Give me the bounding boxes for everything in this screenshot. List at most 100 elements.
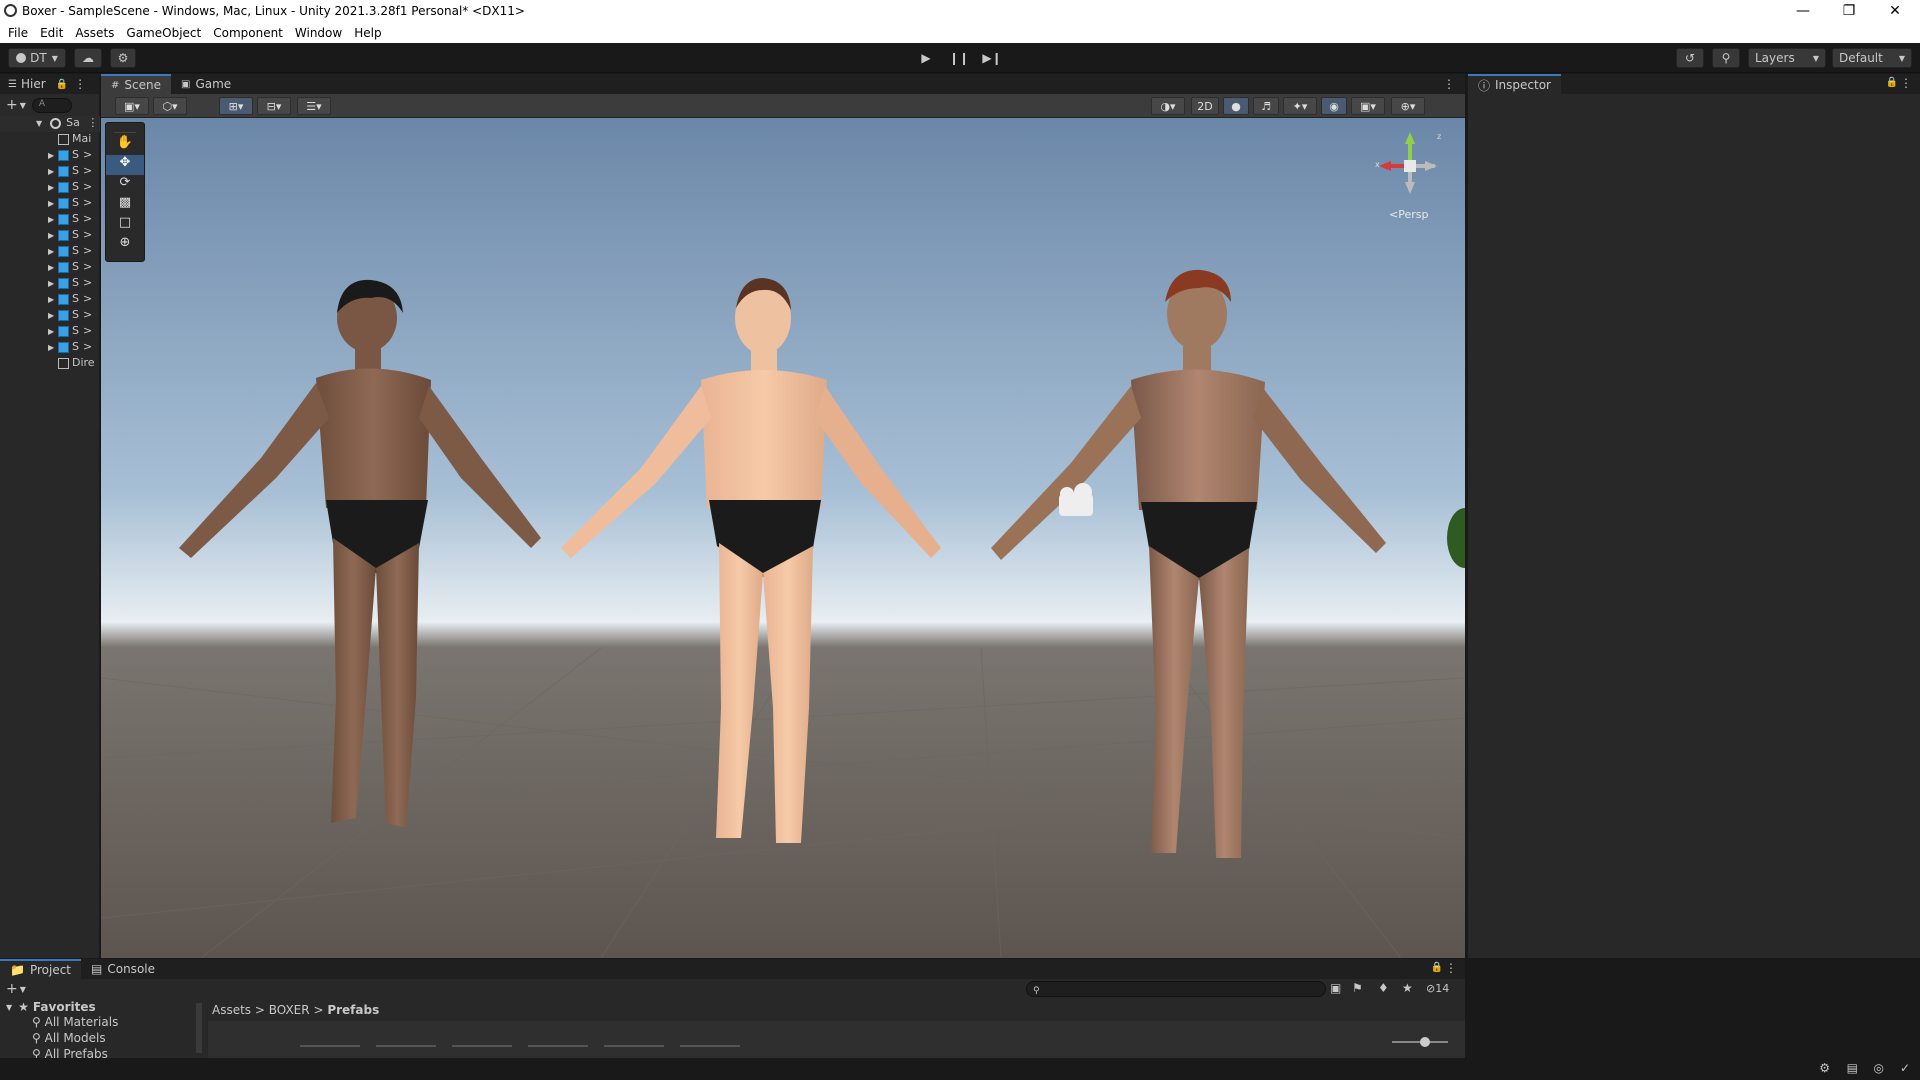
- asset-thumbnail[interactable]: [452, 1045, 512, 1047]
- camera-dropdown[interactable]: ▣▾: [1351, 97, 1385, 115]
- scene-root[interactable]: ▼ Sa ⋮: [0, 116, 100, 132]
- expand-icon[interactable]: ▶: [48, 199, 58, 208]
- expand-icon[interactable]: ▶: [48, 327, 58, 336]
- open-prefab-icon[interactable]: >: [83, 324, 92, 337]
- play-button[interactable]: ▶: [912, 48, 940, 68]
- open-prefab-icon[interactable]: >: [83, 260, 92, 273]
- open-prefab-icon[interactable]: >: [83, 228, 92, 241]
- open-prefab-icon[interactable]: >: [83, 196, 92, 209]
- hierarchy-item[interactable]: ▶ S >: [0, 228, 100, 244]
- camera-gizmo-icon[interactable]: [1059, 483, 1093, 516]
- lock-icon[interactable]: 🔒: [1431, 962, 1443, 973]
- hidden-packages-toggle[interactable]: ⊘14: [1426, 982, 1449, 995]
- snap-increment-dropdown[interactable]: ⊟▾: [257, 97, 291, 115]
- projection-label[interactable]: <Persp: [1389, 208, 1428, 221]
- network-icon[interactable]: ◎: [1874, 1061, 1884, 1075]
- breadcrumb-prefabs[interactable]: Prefabs: [327, 1003, 379, 1017]
- favorite-item[interactable]: ⚲ All Models: [0, 1031, 200, 1047]
- more-icon[interactable]: ⋮: [87, 116, 98, 129]
- hierarchy-item[interactable]: ▶ S >: [0, 148, 100, 164]
- history-button[interactable]: ↺: [1676, 48, 1704, 68]
- scene-viewport[interactable]: ✋ ✥ ⟳ ▩ □ ⊕ z x <Persp: [101, 118, 1465, 958]
- bug-icon[interactable]: ⚙: [1819, 1061, 1830, 1075]
- asset-thumbnail[interactable]: [680, 1045, 740, 1047]
- breadcrumb-boxer[interactable]: BOXER: [269, 1003, 310, 1017]
- orientation-gizmo[interactable]: z x <Persp: [1365, 128, 1455, 228]
- move-tool-button[interactable]: ✥: [106, 155, 144, 175]
- hierarchy-item[interactable]: ▶ S >: [0, 260, 100, 276]
- open-prefab-icon[interactable]: >: [83, 180, 92, 193]
- favorites-scrollbar[interactable]: [196, 1003, 202, 1053]
- hierarchy-item[interactable]: ▶ S >: [0, 292, 100, 308]
- menu-gameobject[interactable]: GameObject: [120, 26, 207, 40]
- grid-snap-button[interactable]: ⊞▾: [219, 97, 253, 115]
- effects-dropdown[interactable]: ✦▾: [1283, 97, 1317, 115]
- rect-tool-button[interactable]: □: [106, 215, 144, 235]
- hierarchy-item[interactable]: ▶ S >: [0, 244, 100, 260]
- expand-icon[interactable]: ▶: [48, 231, 58, 240]
- more-icon[interactable]: ⋮: [1900, 76, 1912, 90]
- menu-window[interactable]: Window: [289, 26, 348, 40]
- scale-tool-button[interactable]: ▩: [106, 195, 144, 215]
- expand-icon[interactable]: ▶: [48, 279, 58, 288]
- favorites-header[interactable]: ▼ ★ Favorites: [0, 999, 200, 1015]
- mode-2d-button[interactable]: 2D: [1191, 97, 1219, 115]
- minimize-icon[interactable]: —: [1780, 0, 1826, 22]
- draw-mode-dropdown[interactable]: ▣▾: [115, 97, 149, 115]
- hierarchy-item[interactable]: ▶ S >: [0, 324, 100, 340]
- zoom-slider[interactable]: [1392, 1037, 1448, 1047]
- open-prefab-icon[interactable]: >: [83, 164, 92, 177]
- layers-dropdown[interactable]: Layers ▼: [1748, 48, 1826, 68]
- close-icon[interactable]: ✕: [1872, 0, 1918, 22]
- cloud-button[interactable]: ☁: [74, 48, 102, 68]
- asset-thumbnail[interactable]: [376, 1045, 436, 1047]
- open-prefab-icon[interactable]: >: [83, 212, 92, 225]
- lighting-toggle[interactable]: ●: [1223, 97, 1249, 115]
- hierarchy-item[interactable]: ▶ S >: [0, 164, 100, 180]
- filter-type-icon[interactable]: ▣: [1330, 981, 1341, 995]
- hand-tool-button[interactable]: ✋: [106, 135, 144, 155]
- menu-assets[interactable]: Assets: [69, 26, 120, 40]
- build-icon[interactable]: ▤: [1847, 1061, 1858, 1075]
- zoom-slider-handle[interactable]: [1420, 1037, 1430, 1047]
- hierarchy-item[interactable]: Mai: [0, 132, 100, 148]
- menu-help[interactable]: Help: [348, 26, 387, 40]
- lock-icon[interactable]: 🔒: [56, 79, 68, 90]
- hierarchy-tab[interactable]: Hier: [21, 77, 46, 91]
- hierarchy-item[interactable]: ▶ S >: [0, 212, 100, 228]
- expand-icon[interactable]: ▶: [48, 311, 58, 320]
- more-icon[interactable]: ⋮: [1443, 77, 1455, 91]
- expand-icon[interactable]: ▶: [48, 263, 58, 272]
- open-prefab-icon[interactable]: >: [83, 244, 92, 257]
- hierarchy-item[interactable]: Dire: [0, 356, 100, 372]
- breadcrumb-assets[interactable]: Assets: [212, 1003, 251, 1017]
- rotate-tool-button[interactable]: ⟳: [106, 175, 144, 195]
- drag-handle[interactable]: [114, 125, 136, 133]
- add-icon[interactable]: +: [6, 981, 18, 997]
- tag-icon[interactable]: ♦: [1378, 981, 1389, 995]
- pause-button[interactable]: ❙❙: [945, 48, 973, 68]
- asset-thumbnail[interactable]: [528, 1045, 588, 1047]
- tab-console[interactable]: ▤ Console: [81, 959, 165, 979]
- expand-icon[interactable]: ▶: [48, 295, 58, 304]
- gizmos-dropdown[interactable]: ⊕▾: [1391, 97, 1425, 115]
- favorite-item[interactable]: ⚲ All Materials: [0, 1015, 200, 1031]
- render-mode-dropdown[interactable]: ◑▾: [1151, 97, 1185, 115]
- asset-thumbnail[interactable]: [300, 1045, 360, 1047]
- asset-thumbnail[interactable]: [604, 1045, 664, 1047]
- hierarchy-item[interactable]: ▶ S >: [0, 196, 100, 212]
- hierarchy-item[interactable]: ▶ S >: [0, 276, 100, 292]
- visibility-toggle[interactable]: ◉: [1321, 97, 1347, 115]
- open-prefab-icon[interactable]: >: [83, 340, 92, 353]
- open-prefab-icon[interactable]: >: [83, 308, 92, 321]
- align-dropdown[interactable]: ☰▾: [297, 97, 331, 115]
- open-prefab-icon[interactable]: >: [83, 276, 92, 289]
- expand-icon[interactable]: ▶: [48, 215, 58, 224]
- menu-file[interactable]: File: [0, 26, 34, 40]
- add-icon[interactable]: +: [6, 97, 18, 113]
- search-input[interactable]: A: [31, 97, 72, 113]
- shading-dropdown[interactable]: ⬡▾: [153, 97, 187, 115]
- tab-game[interactable]: ▣ Game: [171, 74, 241, 94]
- tab-inspector[interactable]: ⓘ Inspector: [1468, 74, 1561, 94]
- expand-icon[interactable]: ▶: [48, 183, 58, 192]
